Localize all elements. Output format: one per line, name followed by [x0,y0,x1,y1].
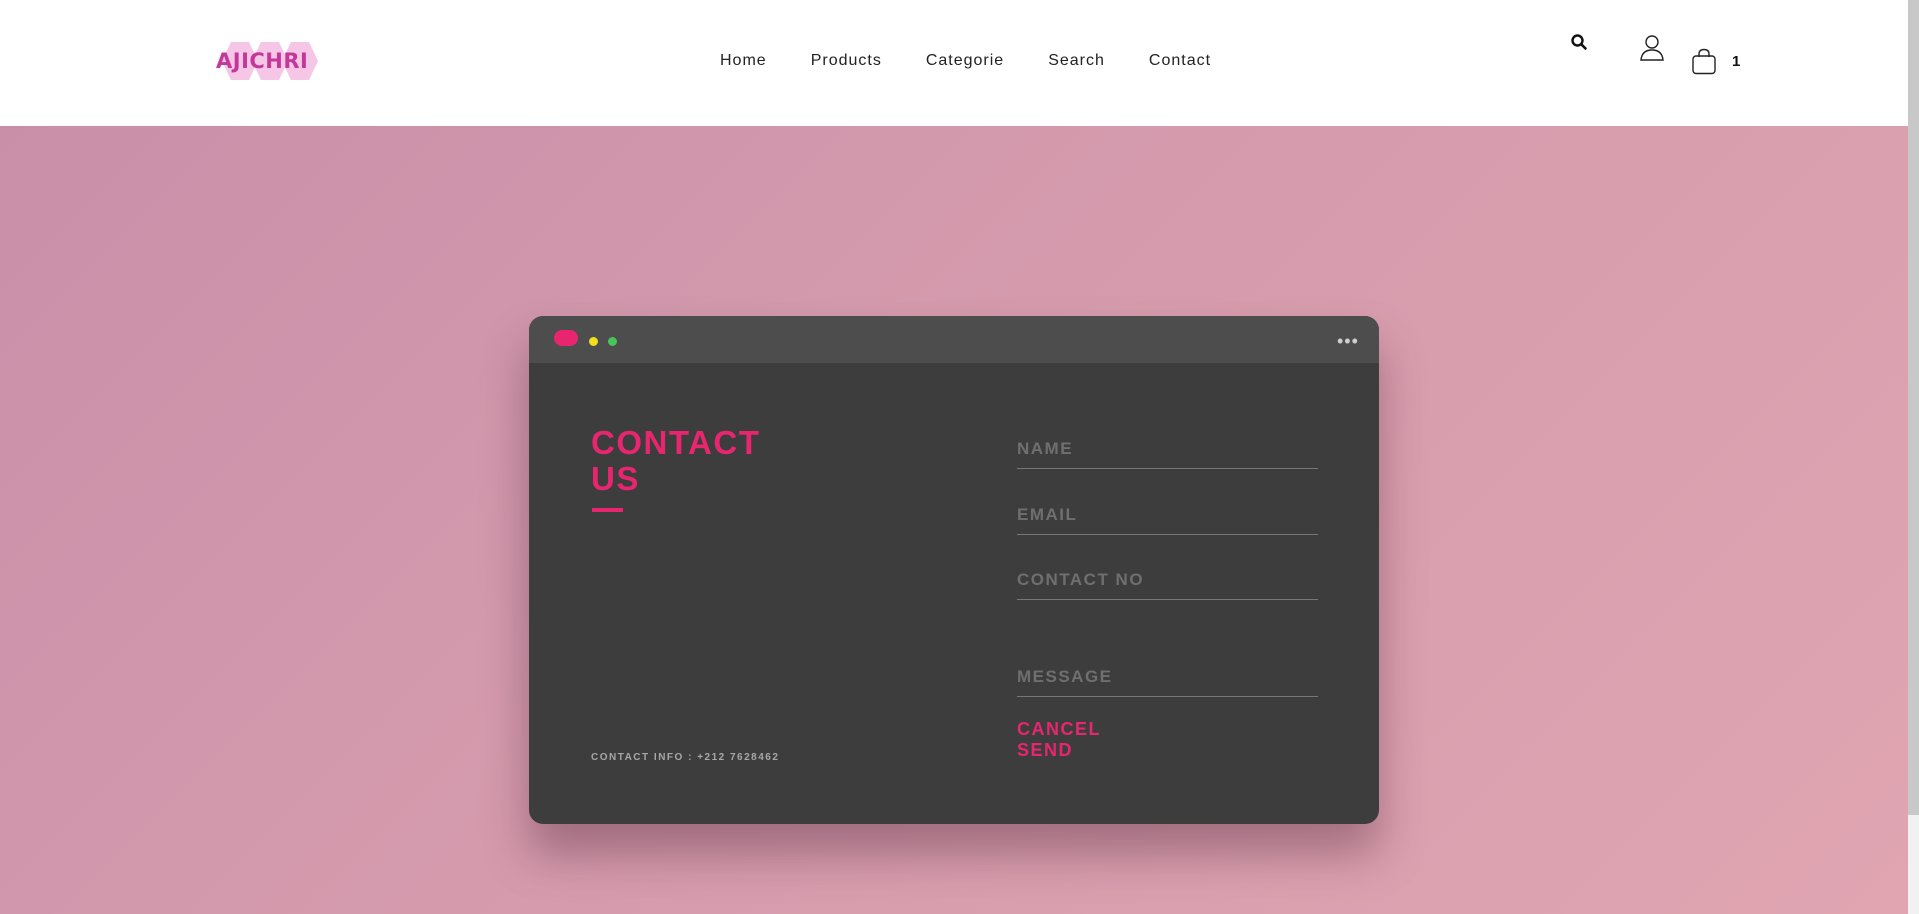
brand-logo[interactable]: AJICHRI [214,38,334,84]
search-icon[interactable] [1570,33,1588,51]
nav-link-search[interactable]: Search [1048,52,1105,72]
scrollbar-thumb[interactable] [1908,0,1919,815]
contact-title-line2: US [591,460,640,497]
contact-card: ••• CONTACT US CONTACT INFO : +212 76284… [529,316,1379,824]
nav-link-home[interactable]: Home [720,52,767,72]
contact-no-input[interactable] [1017,562,1318,600]
contact-info-text: CONTACT INFO : +212 7628462 [591,752,780,763]
window-maximize-dot-icon[interactable] [608,337,617,346]
window-close-dot-icon[interactable] [554,330,578,346]
title-underline [592,508,623,512]
more-options-icon[interactable]: ••• [1337,332,1359,350]
nav-link-products[interactable]: Products [811,52,882,72]
message-input[interactable] [1017,659,1318,697]
name-input[interactable] [1017,431,1318,469]
nav-link-categorie[interactable]: Categorie [926,52,1004,72]
cancel-button[interactable]: CANCEL [1017,719,1101,740]
user-icon[interactable] [1640,34,1664,62]
shopping-bag-icon[interactable] [1691,48,1717,75]
card-titlebar: ••• [529,316,1379,363]
page-scrollbar[interactable] [1908,0,1919,914]
window-minimize-dot-icon[interactable] [589,337,598,346]
email-input[interactable] [1017,497,1318,535]
main-nav: Home Products Categorie Search Contact [720,52,1255,72]
cart-count-badge: 1 [1732,53,1741,70]
contact-title-line1: CONTACT [591,424,761,461]
nav-link-contact[interactable]: Contact [1149,52,1211,72]
site-header: AJICHRI Home Products Categorie Search C… [0,0,1908,126]
send-button[interactable]: SEND [1017,740,1073,761]
logo-text: AJICHRI [216,49,309,73]
